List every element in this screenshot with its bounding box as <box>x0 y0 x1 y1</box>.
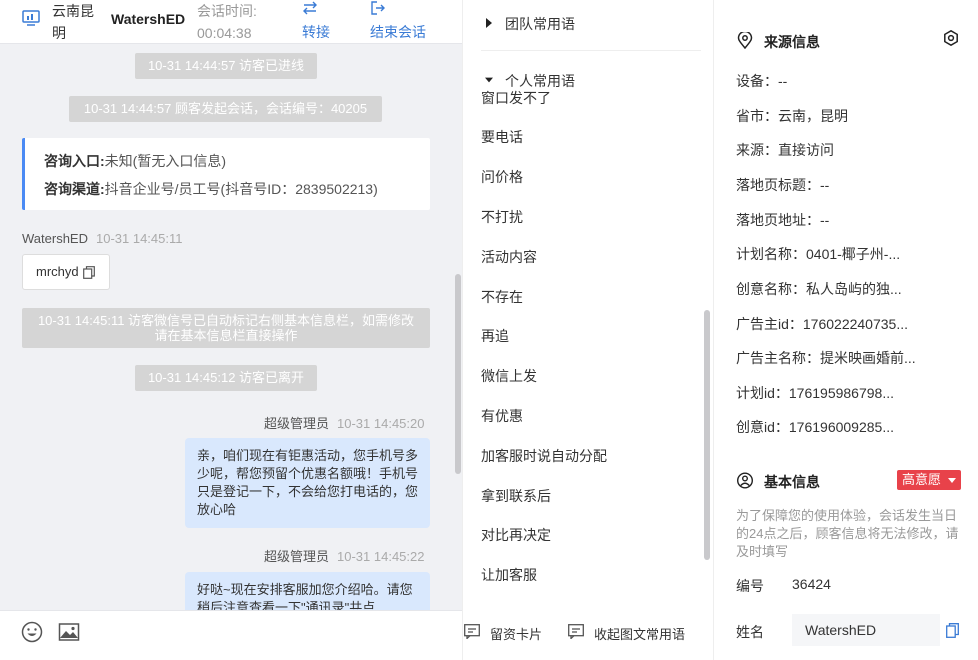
collapse-replies-label: 收起图文常用语 <box>594 627 686 642</box>
quick-reply-item[interactable]: 对比再决定 <box>481 525 701 549</box>
agent-sender: 超级管理员 10-31 14:45:20 <box>264 413 424 432</box>
intent-level-dropdown[interactable]: 高意愿 <box>897 470 961 490</box>
group-label: 团队常用语 <box>505 16 575 32</box>
image-icon[interactable] <box>58 621 80 643</box>
source-province: 省市：云南，昆明 <box>736 108 848 124</box>
agent-message: 好哒~现在安排客服加您介绍哈。请您稍后注意查看一下"通讯录"共点 <box>185 572 430 610</box>
inquiry-info-card: 咨询入口:未知(暂无入口信息) 咨询渠道:抖音企业号/员工号(抖音号ID：283… <box>22 138 430 210</box>
quick-reply-item[interactable]: 让加客服 <box>481 565 701 589</box>
settings-icon[interactable] <box>943 30 959 46</box>
id-label: 编号 <box>736 578 764 594</box>
chat-toolbar <box>0 610 462 660</box>
quick-reply-item[interactable]: 问价格 <box>481 167 701 191</box>
quick-reply-item[interactable]: 有优惠 <box>481 406 701 430</box>
source-creative-id: 创意id：176196009285... <box>736 419 894 435</box>
intent-level-value: 高意愿 <box>902 472 942 487</box>
channel-label: 咨询渠道: <box>44 181 105 197</box>
source-advertiser-name: 广告主名称：提米映画婚前... <box>736 350 916 366</box>
source-plan-id: 计划id：176195986798... <box>736 385 894 401</box>
quick-reply-item[interactable]: 窗口发不了 <box>481 88 701 112</box>
quick-reply-item[interactable]: 活动内容 <box>481 247 701 271</box>
name-field[interactable] <box>792 614 940 646</box>
chat-panel: 云南昆明 WatershED 会话时间: 00:04:38 转接 结束会话 10… <box>0 0 462 660</box>
quick-reply-item[interactable]: 加客服时说自动分配 <box>481 446 701 470</box>
source-plan-name: 计划名称：0401-椰子州-... <box>736 246 901 262</box>
lead-card-label: 留资卡片 <box>490 627 543 642</box>
chat-scrollbar[interactable] <box>455 274 461 474</box>
system-message: 10-31 14:45:11 访客微信号已自动标记右侧基本信息栏，如需修改请在基… <box>22 308 430 348</box>
source-landing-url: 落地页地址：-- <box>736 212 830 228</box>
quick-reply-item[interactable]: 微信上发 <box>481 366 701 390</box>
sender-name: WatershED <box>22 231 88 246</box>
location-pin-icon <box>737 32 753 49</box>
emoji-icon[interactable] <box>21 621 43 643</box>
quick-reply-item[interactable]: 再追 <box>481 326 701 350</box>
channel-row: 咨询渠道:抖音企业号/员工号(抖音号ID：2839502213) <box>44 179 378 199</box>
name-label: 姓名 <box>736 624 764 640</box>
agent-sender: 超级管理员 10-31 14:45:22 <box>264 546 424 565</box>
caret-down-icon <box>485 77 493 83</box>
source-creative-name: 创意名称：私人岛屿的独... <box>736 281 902 297</box>
sender-name: 超级管理员 <box>264 416 330 431</box>
source-device: 设备：-- <box>736 73 788 89</box>
id-value: 36424 <box>792 576 831 592</box>
system-message: 10-31 14:44:57 访客已进线 <box>135 53 317 79</box>
agent-message: 亲，咱们现在有钜惠活动，您手机号多少呢，帮您预留个优惠名额哦！手机号只是登记一下… <box>185 438 430 528</box>
sender-time: 10-31 14:45:11 <box>95 231 183 246</box>
quick-replies-panel: 团队常用语 个人常用语 窗口发不了 要电话 问价格 不打扰 活动内容 不存在 再… <box>462 0 714 660</box>
visitor-name: WatershED <box>111 11 186 27</box>
exit-icon <box>371 1 385 15</box>
transfer-button[interactable]: 转接 <box>302 0 372 44</box>
channel-value: 抖音企业号/员工号(抖音号ID：2839502213) <box>104 181 378 197</box>
message-list[interactable]: 10-31 14:44:57 访客已进线 10-31 14:44:57 顾客发起… <box>0 44 462 610</box>
entry-value: 未知(暂无入口信息) <box>104 153 226 169</box>
source-origin: 来源：直接访问 <box>736 142 834 158</box>
caret-right-icon <box>486 18 492 28</box>
sender-time: 10-31 14:45:20 <box>337 416 425 431</box>
message-icon <box>568 624 584 639</box>
user-icon <box>737 472 753 489</box>
card-icon <box>464 624 480 639</box>
transfer-label: 转接 <box>302 24 330 40</box>
entry-label: 咨询入口: <box>44 153 105 169</box>
chat-header: 云南昆明 WatershED 会话时间: 00:04:38 转接 结束会话 <box>0 0 462 44</box>
copy-icon[interactable] <box>946 623 959 638</box>
end-session-label: 结束会话 <box>370 24 426 40</box>
chevron-down-icon <box>948 478 956 483</box>
section-label: 来源信息 <box>764 34 820 50</box>
quick-reply-item[interactable]: 要电话 <box>481 127 701 151</box>
visitor-message[interactable]: mrchyd <box>22 254 110 290</box>
visitor-location: 云南昆明 <box>52 3 94 41</box>
end-session-button[interactable]: 结束会话 <box>370 0 440 44</box>
section-label: 基本信息 <box>764 474 820 490</box>
edit-notice: 为了保障您的使用体验，会话发生当日的24点之后，顾客信息将无法修改，请及时填写 <box>736 508 959 559</box>
session-time-label: 会话时间: <box>197 3 257 19</box>
transfer-icon <box>303 1 317 15</box>
quick-reply-item[interactable]: 拿到联系后 <box>481 486 701 510</box>
copy-icon[interactable] <box>83 266 95 279</box>
visitor-message-text: mrchyd <box>36 264 79 279</box>
divider <box>481 50 701 51</box>
quick-reply-item[interactable]: 不存在 <box>481 287 701 311</box>
system-message: 10-31 14:45:12 访客已离开 <box>135 365 317 391</box>
monitor-icon <box>22 10 40 26</box>
source-landing-title: 落地页标题：-- <box>736 177 830 193</box>
session-time-value: 00:04:38 <box>197 25 252 41</box>
replies-scrollbar[interactable] <box>704 310 710 560</box>
quick-reply-item[interactable]: 不打扰 <box>481 207 701 231</box>
source-advertiser-id: 广告主id：176022240735... <box>736 316 908 332</box>
visitor-sender: WatershED 10-31 14:45:11 <box>22 231 182 246</box>
sender-time: 10-31 14:45:22 <box>337 549 425 564</box>
sender-name: 超级管理员 <box>264 549 330 564</box>
visitor-info-panel: 来源信息 设备：-- 省市：云南，昆明 来源：直接访问 落地页标题：-- 落地页… <box>715 0 978 660</box>
entry-row: 咨询入口:未知(暂无入口信息) <box>44 151 226 171</box>
system-message: 10-31 14:44:57 顾客发起会话，会话编号：40205 <box>69 96 382 122</box>
